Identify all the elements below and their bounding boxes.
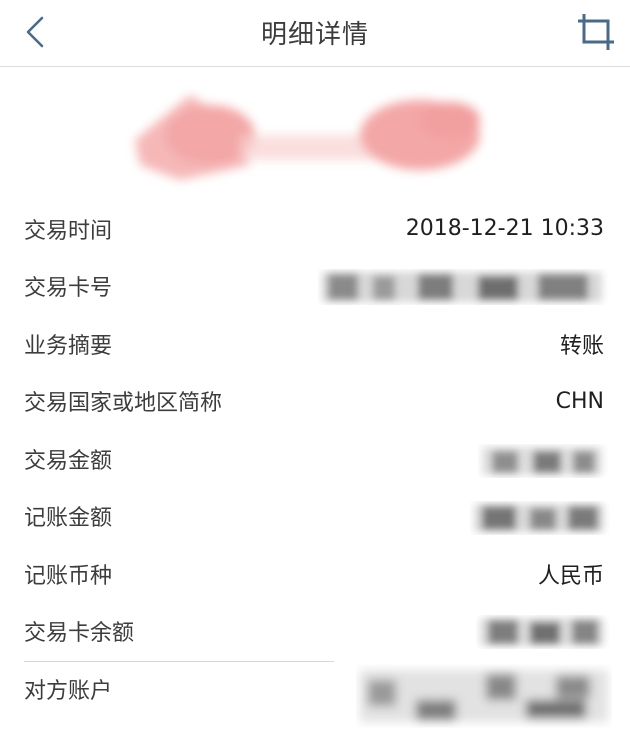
detail-row-posted-amount: 记账金额: [0, 488, 630, 546]
crop-button[interactable]: [576, 12, 616, 52]
detail-row-card-number: 交易卡号: [0, 258, 630, 316]
row-label: 交易时间: [24, 218, 113, 244]
row-label: 业务摘要: [24, 333, 113, 359]
detail-row-counterparty-account: 对方账户: [0, 660, 630, 718]
row-value: CHN: [555, 388, 604, 414]
row-label: 记账金额: [24, 506, 113, 532]
row-label: 交易国家或地区简称: [24, 391, 223, 417]
detail-list: 交易时间 2018-12-21 10:33 交易卡号 业务摘要 转账 交易国家或…: [0, 200, 630, 718]
detail-row-transaction-amount: 交易金额: [0, 430, 630, 488]
transaction-detail-page: 明细详情 交易时间 2018-12-21 10:33 交易卡号 业务摘要 转账 …: [0, 0, 630, 735]
page-title: 明细详情: [260, 20, 369, 50]
detail-row-transaction-time: 交易时间 2018-12-21 10:33: [0, 200, 630, 258]
crop-icon: [578, 14, 614, 50]
nav-header: 明细详情: [0, 0, 630, 67]
row-label: 交易金额: [24, 448, 113, 474]
row-label: 交易卡余额: [24, 621, 135, 647]
redaction-header-block: [135, 95, 480, 180]
row-value: 转账: [559, 333, 604, 359]
row-label: 对方账户: [24, 678, 113, 704]
row-label: 记账币种: [24, 563, 113, 589]
row-divider: [24, 661, 334, 662]
detail-row-summary: 业务摘要 转账: [0, 315, 630, 373]
detail-row-currency: 记账币种 人民币: [0, 545, 630, 603]
row-value: 2018-12-21 10:33: [405, 216, 604, 242]
detail-row-card-balance: 交易卡余额: [0, 603, 630, 661]
row-label: 交易卡号: [24, 276, 113, 302]
detail-row-country-code: 交易国家或地区简称 CHN: [0, 373, 630, 431]
row-value: 人民币: [537, 563, 604, 589]
